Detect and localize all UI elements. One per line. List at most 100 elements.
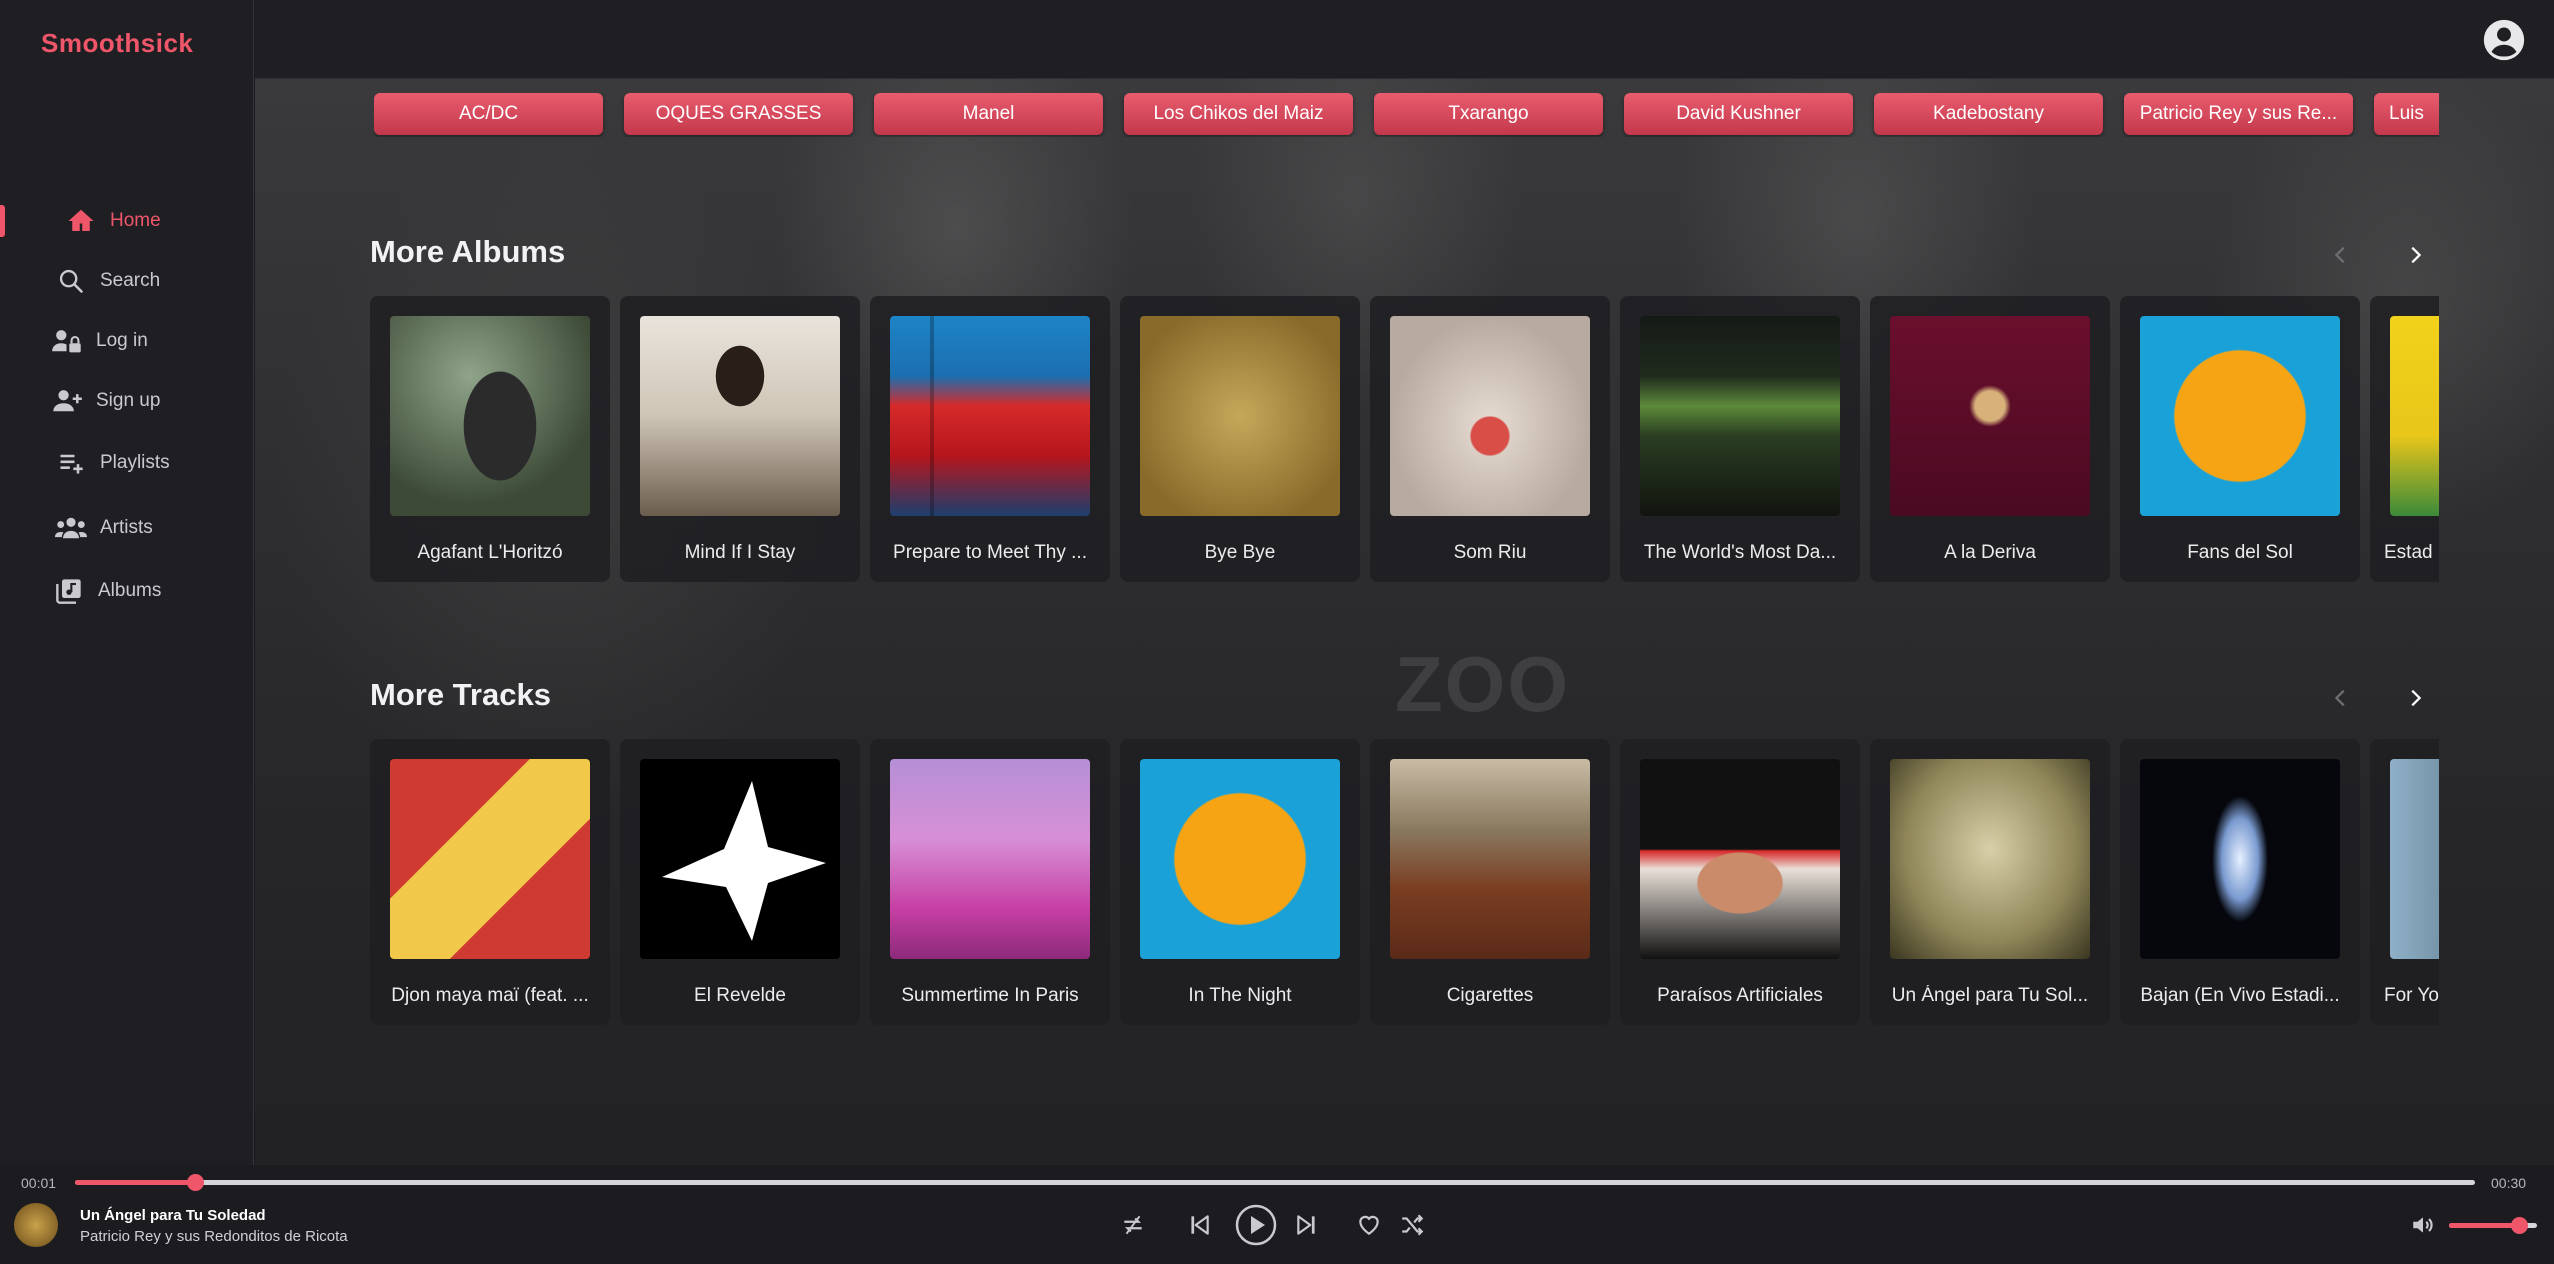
artist-chip[interactable]: David Kushner: [1624, 93, 1853, 135]
track-title: Cigarettes: [1446, 985, 1534, 1006]
account-circle-icon[interactable]: [2482, 18, 2526, 62]
progress-thumb[interactable]: [187, 1174, 204, 1191]
now-playing-cover: [14, 1203, 58, 1247]
sidebar-item-albums[interactable]: Albums: [0, 569, 254, 613]
track-card[interactable]: Paraísos Artificiales: [1620, 739, 1860, 1025]
main-content: ZOO AC/DC OQUES GRASSES Manel Los Chikos…: [255, 79, 2554, 1165]
sidebar-item-label: Artists: [100, 517, 153, 538]
shuffle-button[interactable]: [1395, 1208, 1429, 1242]
sidebar-item-label: Search: [100, 270, 161, 291]
artist-chip-bar: AC/DC OQUES GRASSES Manel Los Chikos del…: [374, 93, 2439, 137]
sidebar-item-home[interactable]: Home: [0, 199, 254, 243]
progress-slider[interactable]: [75, 1174, 2475, 1191]
volume-fill: [2449, 1223, 2520, 1228]
track-title: Summertime In Paris: [901, 985, 1079, 1006]
sidebar-item-playlists[interactable]: Playlists: [0, 441, 254, 485]
like-button[interactable]: [1352, 1208, 1386, 1242]
track-title: For Yo: [2384, 985, 2439, 1006]
albums-section-title: More Albums: [370, 234, 566, 269]
album-title: A la Deriva: [1944, 542, 2036, 563]
track-card[interactable]: Summertime In Paris: [870, 739, 1110, 1025]
track-title: Paraísos Artificiales: [1657, 985, 1823, 1006]
tracks-carousel: Djon maya maï (feat. ... El Revelde Summ…: [370, 739, 2439, 1025]
next-button[interactable]: [1290, 1208, 1324, 1242]
album-cover: [1640, 316, 1840, 516]
track-cover: [890, 759, 1090, 959]
album-cover: [890, 316, 1090, 516]
volume-thumb[interactable]: [2511, 1217, 2529, 1234]
albums-next-button[interactable]: [2400, 240, 2430, 270]
album-card[interactable]: Mind If I Stay: [620, 296, 860, 582]
sidebar-item-search[interactable]: Search: [0, 259, 254, 303]
tracks-section-title: More Tracks: [370, 677, 551, 712]
sidebar-item-label: Playlists: [100, 452, 170, 473]
album-title: Prepare to Meet Thy ...: [893, 542, 1087, 563]
album-card[interactable]: Som Riu: [1370, 296, 1610, 582]
track-cover: [1390, 759, 1590, 959]
album-title: Agafant L'Horitzó: [417, 542, 563, 563]
album-title: Som Riu: [1453, 542, 1527, 563]
sidebar-item-label: Log in: [96, 330, 148, 351]
album-card[interactable]: Prepare to Meet Thy ...: [870, 296, 1110, 582]
track-card[interactable]: El Revelde: [620, 739, 860, 1025]
content-viewport: AC/DC OQUES GRASSES Manel Los Chikos del…: [255, 79, 2439, 1165]
sidebar-item-label: Albums: [98, 580, 162, 601]
album-cover: [1890, 316, 2090, 516]
heart-icon: [1359, 1215, 1379, 1235]
artist-chip[interactable]: Manel: [874, 93, 1103, 135]
album-card[interactable]: Bye Bye: [1120, 296, 1360, 582]
albums-prev-button[interactable]: [2326, 240, 2356, 270]
track-card[interactable]: Bajan (En Vivo Estadi...: [2120, 739, 2360, 1025]
playlist-add-icon: [54, 446, 88, 480]
tracks-prev-button[interactable]: [2326, 683, 2356, 713]
album-card[interactable]: The World's Most Da...: [1620, 296, 1860, 582]
artist-chip[interactable]: OQUES GRASSES: [624, 93, 853, 135]
volume-icon: [2413, 1217, 2433, 1233]
album-card[interactable]: A la Deriva: [1870, 296, 2110, 582]
artist-chip[interactable]: Kadebostany: [1874, 93, 2103, 135]
sidebar-item-artists[interactable]: Artists: [0, 506, 254, 550]
library-music-icon: [52, 574, 86, 608]
album-card[interactable]: Fans del Sol: [2120, 296, 2360, 582]
track-cover: [2140, 759, 2340, 959]
artist-chip[interactable]: Patricio Rey y sus Re...: [2124, 93, 2353, 135]
shuffle-icon: [1402, 1214, 1424, 1236]
tracks-next-button[interactable]: [2400, 683, 2430, 713]
track-cover: [1890, 759, 2090, 959]
track-card[interactable]: For Yo: [2370, 739, 2439, 1025]
album-cover: [2390, 316, 2439, 516]
volume-button[interactable]: [2408, 1210, 2438, 1240]
progress-fill: [75, 1180, 195, 1185]
album-title: Mind If I Stay: [684, 542, 796, 563]
artist-chip[interactable]: AC/DC: [374, 93, 603, 135]
album-card[interactable]: Agafant L'Horitzó: [370, 296, 610, 582]
artist-chip[interactable]: Los Chikos del Maiz: [1124, 93, 1353, 135]
group-icon: [54, 511, 88, 545]
artist-chip[interactable]: Luis: [2374, 93, 2439, 135]
artist-chip[interactable]: Txarango: [1374, 93, 1603, 135]
sidebar-item-signup[interactable]: Sign up: [0, 379, 254, 423]
track-card[interactable]: Djon maya maï (feat. ...: [370, 739, 610, 1025]
track-title: El Revelde: [694, 985, 786, 1006]
previous-button[interactable]: [1182, 1208, 1216, 1242]
track-cover: [1140, 759, 1340, 959]
play-button[interactable]: [1235, 1204, 1277, 1246]
repeat-icon: [1124, 1215, 1142, 1235]
album-card[interactable]: Estad: [2370, 296, 2439, 582]
track-card[interactable]: In The Night: [1120, 739, 1360, 1025]
track-cover: [640, 759, 840, 959]
track-card[interactable]: Un Ángel para Tu Sol...: [1870, 739, 2110, 1025]
current-time: 00:01: [21, 1175, 57, 1191]
track-title: In The Night: [1188, 985, 1292, 1006]
skip-next-icon: [1297, 1215, 1315, 1235]
track-title: Bajan (En Vivo Estadi...: [2140, 985, 2340, 1006]
user-plus-icon: [50, 384, 84, 418]
home-icon: [64, 204, 98, 238]
sidebar-item-login[interactable]: Log in: [0, 319, 254, 363]
volume-slider[interactable]: [2449, 1217, 2537, 1234]
app-logo[interactable]: Smoothsick: [41, 28, 193, 59]
album-cover: [1140, 316, 1340, 516]
search-icon: [54, 264, 88, 298]
repeat-button[interactable]: [1116, 1208, 1150, 1242]
track-card[interactable]: Cigarettes: [1370, 739, 1610, 1025]
